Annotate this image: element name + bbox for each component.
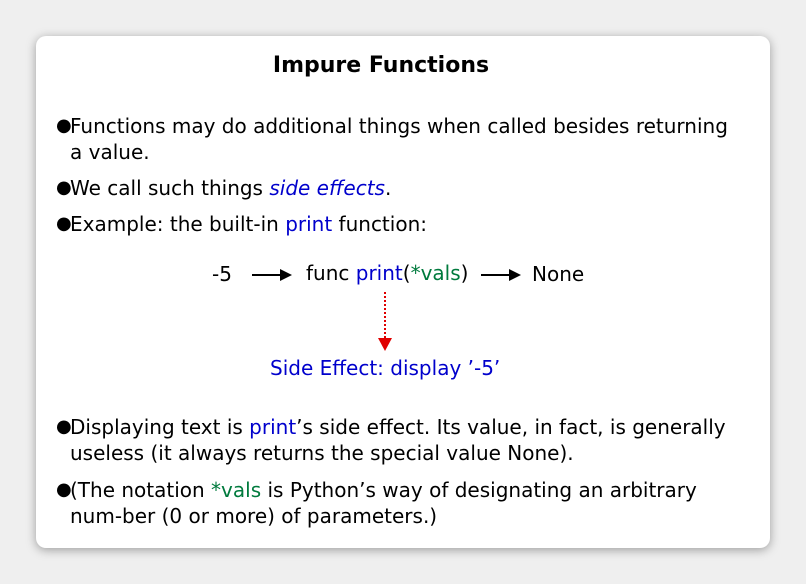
slide: Impure Functions ● Functions may do addi… <box>36 36 770 548</box>
bullet-dot-icon: ● <box>56 177 72 198</box>
bullet-text-end: function: <box>332 212 427 236</box>
output-arrow-icon <box>481 269 521 281</box>
bullet-dot-icon: ● <box>56 479 72 500</box>
bullet-dot-icon: ● <box>56 416 72 437</box>
side-effect-label: Side Effect: display ’-5’ <box>270 356 501 380</box>
bullet-text: We call such things <box>70 176 270 200</box>
bullet-3: ● Example: the built-in print function: <box>56 211 746 237</box>
diagram-input: -5 <box>212 262 232 286</box>
bullet-2: ● We call such things side effects. <box>56 175 746 201</box>
func-keyword: func <box>306 261 356 285</box>
open-paren: ( <box>402 261 411 285</box>
bullet-text: Functions may do additional things when … <box>70 114 728 164</box>
side-effects-term: side effects <box>269 176 385 200</box>
diagram-output: None <box>532 262 585 286</box>
side-effect-arrow-icon <box>378 338 392 351</box>
code-vals: *vals <box>211 478 262 502</box>
code-print: print <box>285 212 333 236</box>
input-arrow-icon <box>252 269 292 281</box>
bullet-text: Displaying text is <box>70 415 250 439</box>
close-paren: ) <box>460 261 469 285</box>
code-print: print <box>249 415 297 439</box>
bullet-dot-icon: ● <box>56 213 72 234</box>
bullet-4: ● Displaying text is print’s side effect… <box>56 414 746 466</box>
func-param: *vals <box>410 261 461 285</box>
bullet-1: ● Functions may do additional things whe… <box>56 113 746 165</box>
bullet-text-end: . <box>384 176 392 200</box>
bullet-text: Example: the built-in <box>70 212 286 236</box>
func-name: print <box>355 261 403 285</box>
bullet-dot-icon: ● <box>56 115 72 136</box>
bullet-text: (The notation <box>70 478 212 502</box>
bullet-5: ● (The notation *vals is Python’s way of… <box>56 477 746 529</box>
side-effect-arrow-line <box>384 292 386 338</box>
slide-title: Impure Functions <box>272 53 490 78</box>
diagram-function: func print(*vals) <box>306 261 468 285</box>
